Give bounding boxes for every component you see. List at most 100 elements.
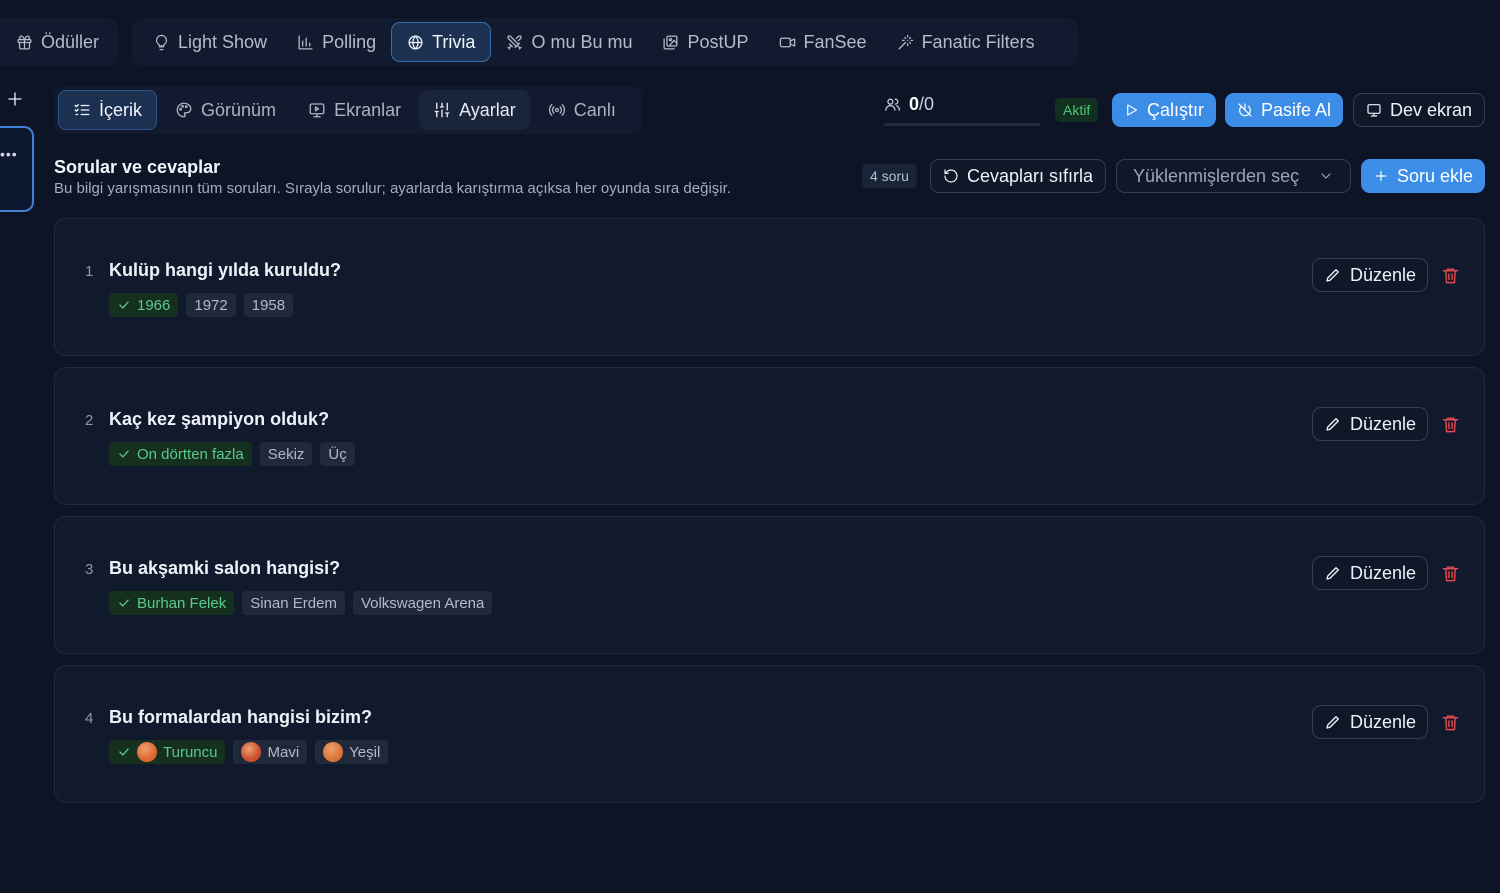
- tab-polling[interactable]: Polling: [282, 22, 391, 62]
- tab-label: Trivia: [432, 31, 476, 52]
- trash-icon: [1442, 417, 1459, 433]
- tab-postup[interactable]: PostUP: [647, 22, 763, 62]
- tab-label: PostUP: [687, 31, 749, 52]
- plus-icon: [1375, 170, 1387, 182]
- tab-fansee[interactable]: FanSee: [764, 22, 882, 62]
- reset-answers-button[interactable]: Cevapları sıfırla: [930, 159, 1106, 193]
- answer-option-correct: Burhan Felek: [109, 591, 235, 615]
- jersey-swatch: [137, 742, 157, 762]
- more-options-icon[interactable]: •••: [0, 146, 18, 162]
- add-question-button[interactable]: Soru ekle: [1361, 159, 1485, 193]
- answer-label: 1966: [137, 296, 171, 314]
- question-card: 4 Bu formalardan hangisi bizim? Turuncu …: [54, 665, 1485, 803]
- check-icon: [119, 748, 129, 756]
- tab-label: Ödüller: [41, 31, 100, 52]
- question-text: Bu akşamki salon hangisi?: [109, 558, 341, 578]
- globe-icon: [408, 34, 423, 50]
- delete-button[interactable]: [1441, 713, 1460, 732]
- deactivate-button-label: Pasife Al: [1260, 99, 1331, 120]
- question-number: 2: [85, 412, 94, 429]
- pencil-icon: [1326, 716, 1339, 729]
- big-screen-button[interactable]: Dev ekran: [1353, 93, 1485, 127]
- edit-button[interactable]: Düzenle: [1312, 258, 1429, 292]
- top-tabs: Light Show Polling Trivia O mu Bu mu Pos…: [132, 18, 1078, 66]
- selected-item-card[interactable]: [0, 126, 34, 212]
- uploaded-select[interactable]: Yüklenmişlerden seç: [1116, 159, 1351, 193]
- edit-button-label: Düzenle: [1350, 711, 1417, 732]
- tab-oduller[interactable]: Ödüller: [0, 22, 114, 62]
- check-icon: [119, 599, 129, 607]
- question-card: 2 Kaç kez şampiyon olduk? On dörtten faz…: [54, 367, 1485, 505]
- answer-option: Üç: [320, 442, 355, 466]
- top-tabs-left: Ödüller: [0, 18, 118, 66]
- play-icon: [1127, 104, 1138, 116]
- edit-button[interactable]: Düzenle: [1312, 556, 1429, 590]
- answer-options: Turuncu Mavi Yeşil: [109, 740, 389, 764]
- edit-button-label: Düzenle: [1350, 562, 1417, 583]
- tab-label: Görünüm: [201, 99, 277, 120]
- answer-option: Sinan Erdem: [242, 591, 345, 615]
- answer-label: Burhan Felek: [137, 594, 227, 612]
- tab-fanatic-filters[interactable]: Fanatic Filters: [882, 22, 1050, 62]
- sliders-icon: [434, 102, 450, 118]
- big-screen-button-label: Dev ekran: [1389, 99, 1472, 120]
- users-icon: [885, 98, 900, 111]
- tab-canli[interactable]: Canlı: [534, 90, 630, 130]
- answer-label: Volkswagen Arena: [360, 594, 485, 612]
- question-number: 3: [85, 561, 94, 578]
- answer-options: On dörtten fazla Sekiz Üç: [109, 442, 355, 466]
- tab-label: Canlı: [573, 99, 616, 120]
- status-badge: Aktif: [1055, 98, 1099, 122]
- deactivate-button[interactable]: Pasife Al: [1225, 93, 1343, 127]
- answer-option: Mavi: [233, 740, 308, 764]
- answer-label: 1958: [251, 296, 286, 314]
- question-number: 4: [85, 710, 94, 727]
- tab-ekranlar[interactable]: Ekranlar: [294, 90, 415, 130]
- tab-label: O mu Bu mu: [531, 31, 633, 52]
- answer-label: Üç: [328, 445, 347, 463]
- reset-answers-label: Cevapları sıfırla: [966, 165, 1093, 186]
- tab-label: Fanatic Filters: [921, 31, 1035, 52]
- answer-options: 1966 1972 1958: [109, 293, 294, 317]
- answer-label: 1972: [194, 296, 228, 314]
- answer-option: 1972: [186, 293, 236, 317]
- answer-option-correct: On dörtten fazla: [109, 442, 252, 466]
- tab-gorunum[interactable]: Görünüm: [161, 90, 290, 130]
- participant-count: 0/0: [884, 94, 934, 115]
- answer-option: Yeşil: [315, 740, 389, 764]
- magic-wand-icon: [898, 34, 913, 50]
- answer-label: On dörtten fazla: [137, 445, 244, 463]
- delete-button[interactable]: [1441, 266, 1460, 285]
- pencil-icon: [1326, 418, 1339, 431]
- monitor-icon: [1367, 104, 1381, 117]
- answer-option: Volkswagen Arena: [352, 591, 493, 615]
- tab-label: FanSee: [803, 31, 867, 52]
- list-check-icon: [74, 104, 90, 116]
- delete-button[interactable]: [1441, 564, 1460, 583]
- answer-label: Sinan Erdem: [250, 594, 337, 612]
- answer-label: Mavi: [267, 743, 300, 761]
- answer-label: Sekiz: [267, 445, 305, 463]
- participant-progress-bar: [884, 123, 1040, 126]
- tab-light-show[interactable]: Light Show: [138, 22, 282, 62]
- question-card: 3 Bu akşamki salon hangisi? Burhan Felek…: [54, 516, 1485, 654]
- answer-option-correct: Turuncu: [109, 740, 226, 764]
- edit-button[interactable]: Düzenle: [1312, 705, 1429, 739]
- lightbulb-icon: [155, 34, 168, 50]
- radio-signal-icon: [548, 104, 565, 116]
- run-button[interactable]: Çalıştır: [1112, 93, 1216, 127]
- tab-label: Light Show: [178, 31, 268, 52]
- tab-ayarlar[interactable]: Ayarlar: [419, 90, 530, 130]
- content-tabs: İçerik Görünüm Ekranlar Ayarlar Canlı: [54, 86, 642, 134]
- edit-button[interactable]: Düzenle: [1312, 407, 1429, 441]
- tab-icerik[interactable]: İçerik: [58, 90, 158, 130]
- trash-icon: [1442, 566, 1459, 582]
- tab-trivia[interactable]: Trivia: [391, 22, 492, 62]
- tab-o-mu-bu-mu[interactable]: O mu Bu mu: [491, 22, 647, 62]
- participant-current: 0: [909, 94, 920, 114]
- delete-button[interactable]: [1441, 415, 1460, 434]
- plus-icon[interactable]: [6, 90, 24, 108]
- rotate-ccw-icon: [944, 169, 958, 183]
- question-text: Bu formalardan hangisi bizim?: [109, 707, 373, 727]
- jersey-swatch: [241, 742, 262, 762]
